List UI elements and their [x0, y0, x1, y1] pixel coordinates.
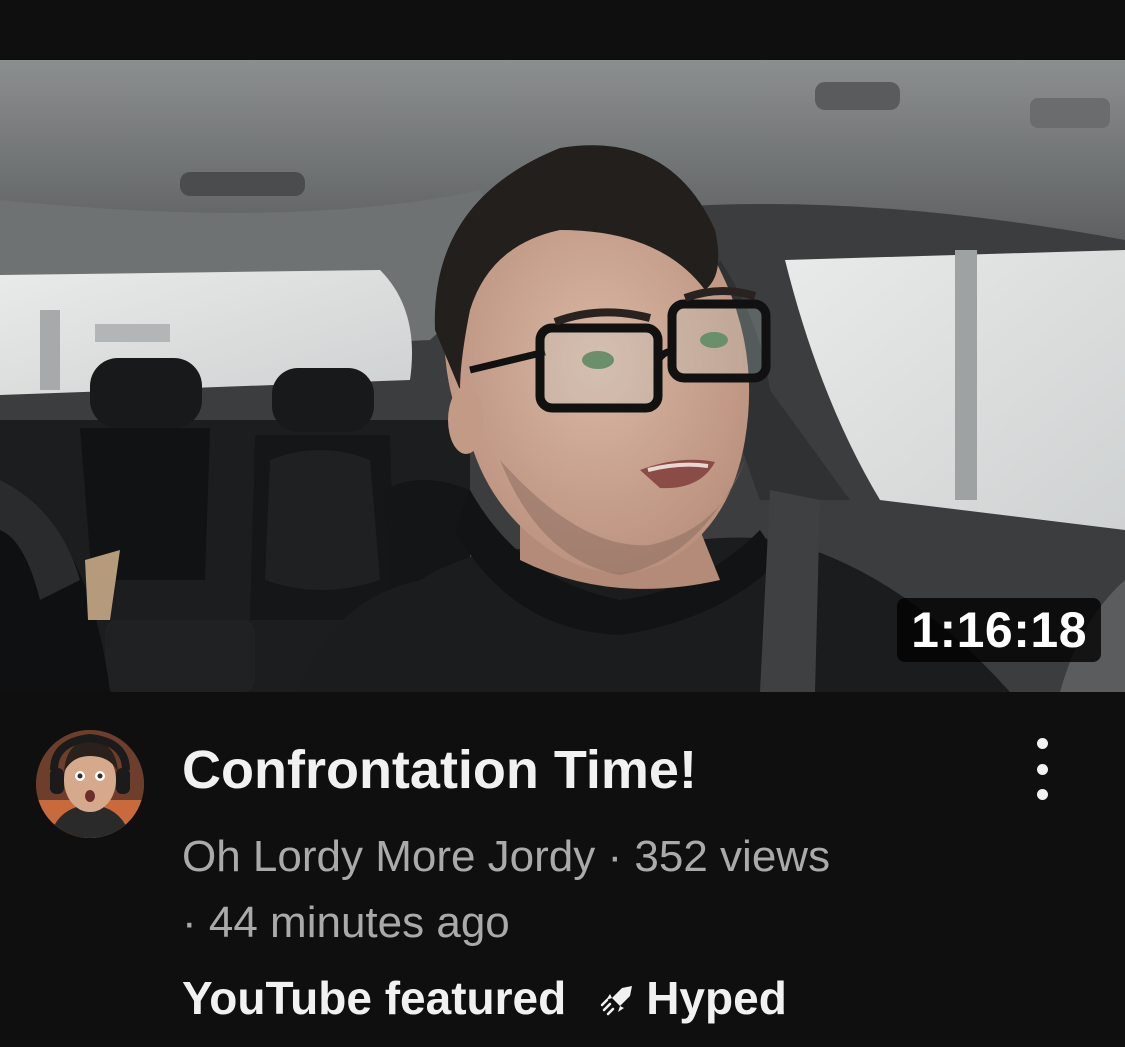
video-badges: YouTube featured Hyped — [182, 968, 787, 1028]
top-bar — [0, 0, 1125, 60]
hyped-label: Hyped — [646, 972, 787, 1024]
view-count: 352 views — [634, 832, 831, 881]
video-info: Confrontation Time! Oh Lordy More Jordy … — [0, 692, 1125, 1047]
hyped-badge: Hyped — [600, 968, 787, 1028]
video-thumbnail[interactable]: 1:16:18 — [0, 60, 1125, 692]
upload-age: 44 minutes ago — [208, 898, 510, 947]
meta-separator: · — [607, 832, 623, 881]
more-vertical-icon — [1036, 738, 1048, 749]
more-vertical-icon-dot — [1036, 789, 1048, 800]
more-options-button[interactable] — [1020, 738, 1064, 800]
avatar-image — [36, 730, 144, 838]
more-vertical-icon-dot — [1036, 763, 1048, 775]
hyped-rocket-icon — [600, 986, 633, 1016]
meta-separator: · — [182, 898, 197, 947]
channel-avatar[interactable] — [36, 730, 144, 838]
youtube-featured-badge: YouTube featured — [182, 972, 567, 1024]
video-title[interactable]: Confrontation Time! — [182, 738, 697, 802]
duration-badge: 1:16:18 — [897, 598, 1101, 662]
video-meta: Oh Lordy More Jordy · 352 views · 44 min… — [182, 824, 1042, 956]
channel-name[interactable]: Oh Lordy More Jordy — [182, 832, 595, 881]
